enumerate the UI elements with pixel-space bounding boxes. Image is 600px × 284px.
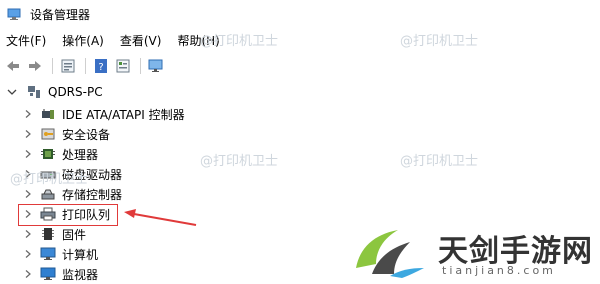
tree-item-label: 固件 bbox=[62, 227, 87, 242]
processor-icon bbox=[41, 149, 55, 159]
tree-item-label: 监视器 bbox=[62, 267, 99, 282]
computer-root-icon bbox=[28, 86, 40, 98]
view-button[interactable] bbox=[113, 57, 133, 75]
menu-view[interactable]: 查看(V) bbox=[112, 32, 170, 49]
tree-item-label: 处理器 bbox=[62, 147, 99, 162]
monitor-icon bbox=[148, 59, 163, 72]
tree-item-label: 计算机 bbox=[62, 247, 99, 262]
tree-item-firmware[interactable]: 固件 bbox=[0, 224, 86, 244]
menu-bar: 文件(F) 操作(A) 查看(V) 帮助(H) bbox=[0, 30, 600, 50]
view-icon bbox=[116, 59, 130, 73]
monitor-icon bbox=[40, 267, 56, 280]
tree-item-processor[interactable]: 处理器 bbox=[0, 144, 98, 164]
logo-subtext: tianjian8.com bbox=[442, 264, 556, 277]
menu-action[interactable]: 操作(A) bbox=[54, 32, 112, 49]
chevron-right-icon[interactable] bbox=[23, 229, 33, 239]
chevron-down-icon[interactable] bbox=[6, 86, 18, 98]
logo-mark-icon bbox=[356, 230, 424, 278]
menu-file[interactable]: 文件(F) bbox=[0, 32, 54, 49]
title-bar: 设备管理器 bbox=[0, 0, 600, 28]
tree-item-label: IDE ATA/ATAPI 控制器 bbox=[62, 107, 185, 122]
watermark: @打印机卫士 bbox=[400, 34, 479, 49]
watermark: @打印机卫士 bbox=[10, 172, 89, 187]
back-icon bbox=[7, 61, 19, 71]
watermark: @打印机卫士 bbox=[200, 154, 279, 169]
computer-icon bbox=[40, 247, 56, 260]
site-logo: 天剑手游网 tianjian8.com bbox=[350, 224, 600, 281]
watermark: @打印机卫士 bbox=[200, 34, 279, 49]
tree-item-computer[interactable]: 计算机 bbox=[0, 244, 98, 264]
tree-item-security[interactable]: 安全设备 bbox=[0, 124, 110, 144]
chevron-right-icon[interactable] bbox=[23, 109, 33, 119]
properties-icon bbox=[61, 59, 75, 73]
tree-item-ide[interactable]: IDE ATA/ATAPI 控制器 bbox=[0, 104, 185, 124]
tree-item-storage[interactable]: 存储控制器 bbox=[0, 184, 122, 204]
toolbar: ? bbox=[0, 55, 600, 77]
back-button[interactable] bbox=[3, 57, 23, 75]
toolbar-separator bbox=[140, 58, 141, 74]
forward-icon bbox=[29, 61, 41, 71]
toolbar-separator bbox=[85, 58, 86, 74]
storage-controller-icon bbox=[41, 189, 55, 200]
highlight-box bbox=[18, 204, 118, 226]
tree-root-label: QDRS-PC bbox=[48, 85, 103, 99]
window-title: 设备管理器 bbox=[30, 7, 91, 22]
ide-controller-icon bbox=[42, 109, 54, 119]
monitor-button[interactable] bbox=[146, 57, 166, 75]
device-manager-icon bbox=[7, 8, 21, 20]
chevron-right-icon[interactable] bbox=[23, 249, 33, 259]
tree-root[interactable]: QDRS-PC bbox=[0, 82, 103, 102]
chevron-right-icon[interactable] bbox=[23, 189, 33, 199]
help-button[interactable]: ? bbox=[91, 57, 111, 75]
firmware-icon bbox=[42, 228, 54, 240]
chevron-right-icon[interactable] bbox=[23, 149, 33, 159]
properties-button[interactable] bbox=[58, 57, 78, 75]
svg-text:?: ? bbox=[98, 62, 103, 73]
toolbar-separator bbox=[52, 58, 53, 74]
tree-item-monitor[interactable]: 监视器 bbox=[0, 264, 98, 284]
forward-button[interactable] bbox=[25, 57, 45, 75]
watermark: @打印机卫士 bbox=[400, 154, 479, 169]
annotation-arrow-icon bbox=[124, 209, 197, 226]
chevron-right-icon[interactable] bbox=[23, 129, 33, 139]
tree-item-label: 存储控制器 bbox=[62, 187, 123, 202]
tree-item-label: 安全设备 bbox=[62, 127, 111, 142]
chevron-right-icon[interactable] bbox=[23, 269, 33, 279]
help-icon: ? bbox=[95, 59, 107, 73]
security-device-icon bbox=[41, 128, 55, 140]
